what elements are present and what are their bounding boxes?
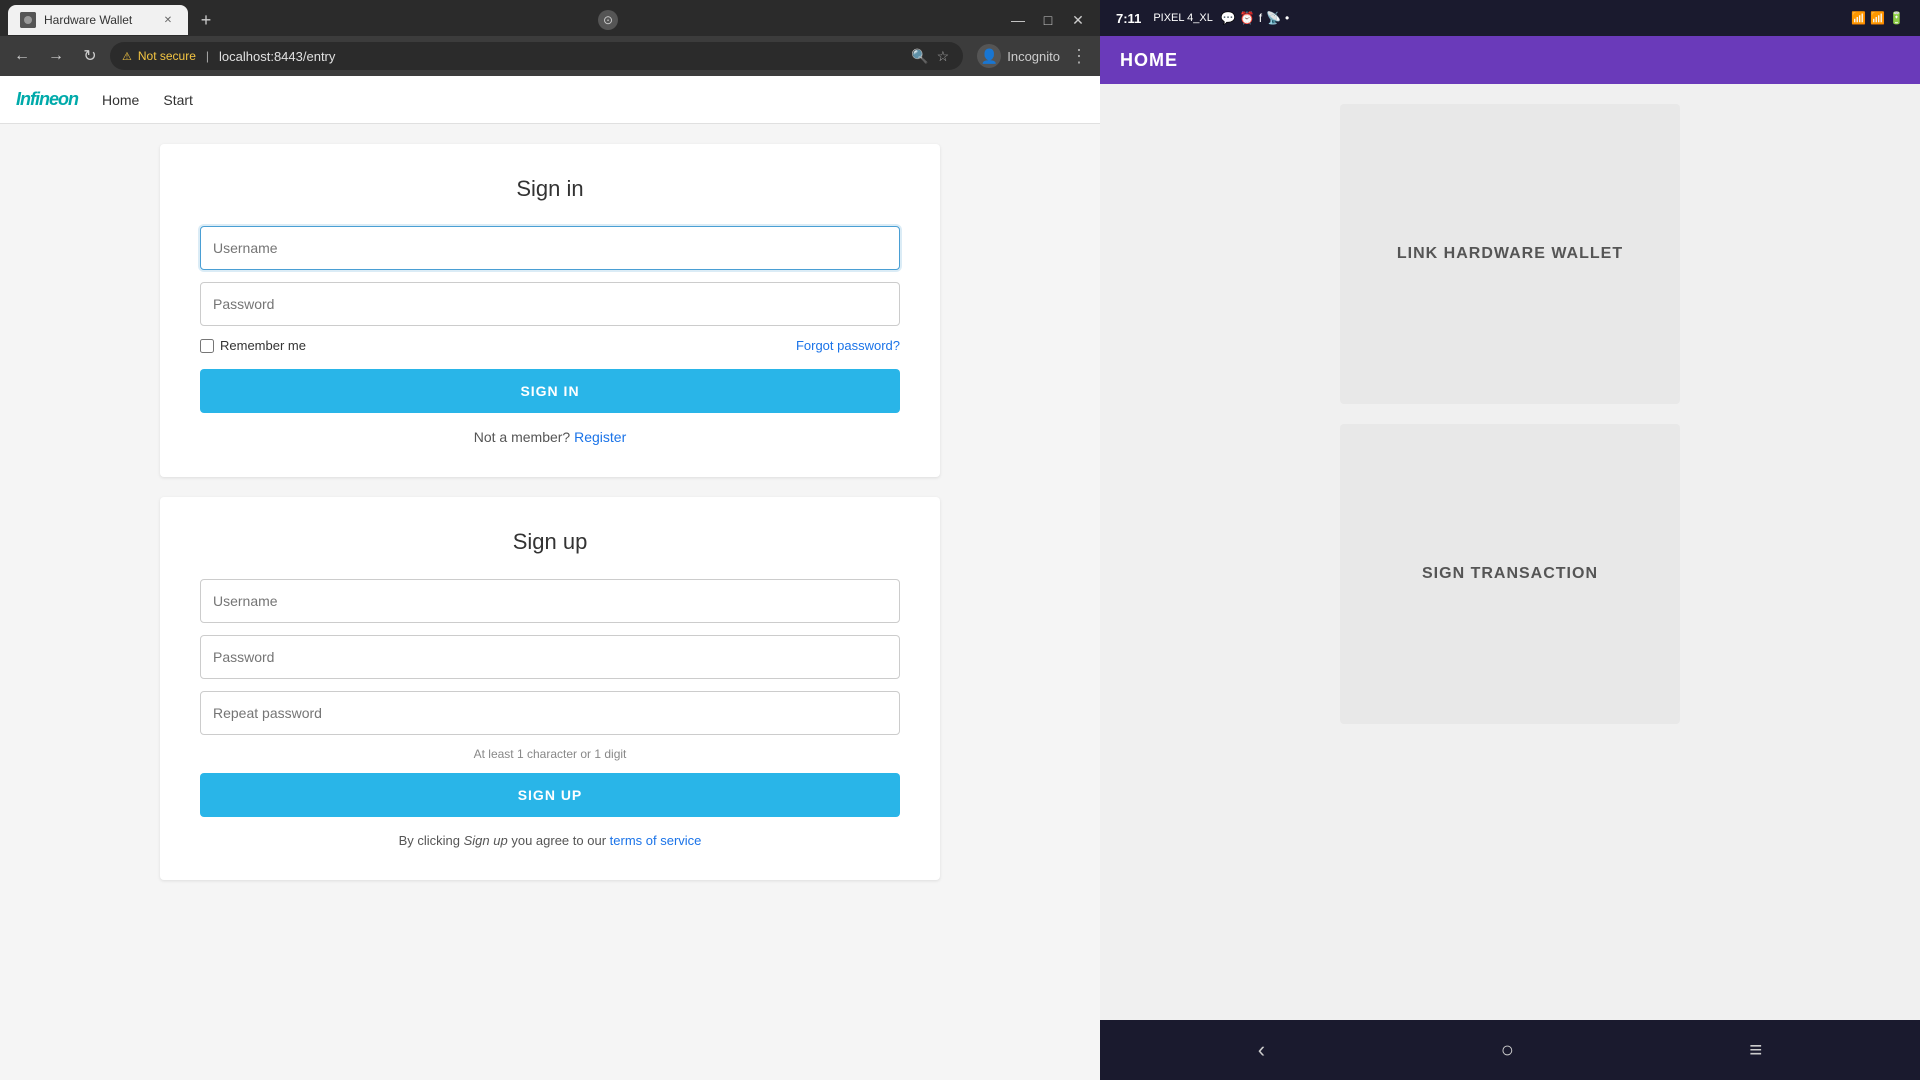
- refresh-button[interactable]: ↻: [76, 42, 104, 70]
- signin-password-input[interactable]: [200, 282, 900, 326]
- browser-panel: Hardware Wallet ✕ + ⊙ — □ ✕ ← → ↻ ⚠: [0, 0, 1100, 1080]
- address-icons: 🔍 ☆: [909, 46, 951, 67]
- security-warning-icon: ⚠: [122, 50, 132, 63]
- terms-prefix: By clicking: [399, 833, 460, 848]
- signin-card: Sign in Remember me Forgot password? SIG…: [160, 144, 940, 477]
- phone-content: LINK HARDWARE WALLET SIGN TRANSACTION: [1100, 84, 1920, 1020]
- terms-row: By clicking Sign up you agree to our ter…: [200, 833, 900, 848]
- browser-profile-icon: ⊙: [598, 10, 618, 30]
- phone-label-bar: HOME: [1100, 36, 1920, 84]
- window-controls: — □ ✕: [1004, 6, 1100, 34]
- separator: |: [206, 49, 209, 63]
- register-link[interactable]: Register: [574, 429, 626, 445]
- register-row: Not a member? Register: [200, 429, 900, 445]
- signup-button[interactable]: SIGN UP: [200, 773, 900, 817]
- phone-time: 7:11: [1116, 11, 1141, 26]
- minimize-button[interactable]: —: [1004, 6, 1032, 34]
- phone-bottom-bar: ‹ ○ ≡: [1100, 1020, 1920, 1080]
- security-warning-text: Not secure: [138, 49, 196, 63]
- forward-button[interactable]: →: [42, 42, 70, 70]
- active-tab[interactable]: Hardware Wallet ✕: [8, 5, 188, 35]
- bookmark-icon[interactable]: ☆: [935, 46, 952, 67]
- fb-icon: f: [1259, 11, 1262, 25]
- signin-button[interactable]: SIGN IN: [200, 369, 900, 413]
- terms-link[interactable]: terms of service: [610, 833, 702, 848]
- logo-text: Infineon: [16, 89, 78, 109]
- search-icon[interactable]: 🔍: [909, 46, 930, 67]
- phone-menu-button[interactable]: ≡: [1749, 1037, 1762, 1063]
- terms-italic-text: Sign up: [464, 833, 508, 848]
- main-content: Sign in Remember me Forgot password? SIG…: [0, 124, 1100, 1080]
- signup-repeat-password-input[interactable]: [200, 691, 900, 735]
- tab-close-button[interactable]: ✕: [160, 12, 176, 28]
- signin-username-input[interactable]: [200, 226, 900, 270]
- address-bar[interactable]: ⚠ Not secure | localhost:8443/entry 🔍 ☆: [110, 42, 963, 70]
- address-bar-row: ← → ↻ ⚠ Not secure | localhost:8443/entr…: [0, 36, 1100, 76]
- tab-title: Hardware Wallet: [44, 13, 152, 27]
- phone-back-button[interactable]: ‹: [1258, 1037, 1265, 1063]
- signup-title: Sign up: [200, 529, 900, 555]
- phone-right-icons: 📶 📶 🔋: [1851, 11, 1904, 25]
- phone-panel: 7:11 PIXEL 4_XL 💬 ⏰ f 📡 • 📶 📶 🔋 HOME LIN…: [1100, 0, 1920, 1080]
- remember-me-checkbox[interactable]: [200, 339, 214, 353]
- phone-model-label: PIXEL 4_XL: [1153, 12, 1213, 24]
- sign-transaction-label: SIGN TRANSACTION: [1402, 545, 1618, 603]
- cast-icon: 📡: [1266, 11, 1281, 25]
- browser-chrome: Hardware Wallet ✕ + ⊙ — □ ✕ ← → ↻ ⚠: [0, 0, 1100, 76]
- new-tab-button[interactable]: +: [192, 6, 220, 34]
- infineon-logo[interactable]: Infineon: [16, 89, 78, 110]
- whatsapp-icon: 💬: [1221, 11, 1236, 25]
- dot-icon: •: [1285, 11, 1289, 25]
- phone-home-button[interactable]: ○: [1501, 1037, 1514, 1063]
- password-hint: At least 1 character or 1 digit: [200, 747, 900, 761]
- signup-card: Sign up At least 1 character or 1 digit …: [160, 497, 940, 880]
- phone-status-bar: 7:11 PIXEL 4_XL 💬 ⏰ f 📡 • 📶 📶 🔋: [1100, 0, 1920, 36]
- not-member-text: Not a member?: [474, 429, 570, 445]
- address-text: localhost:8443/entry: [219, 49, 335, 64]
- link-hardware-wallet-label: LINK HARDWARE WALLET: [1377, 225, 1643, 283]
- link-hardware-wallet-card[interactable]: LINK HARDWARE WALLET: [1340, 104, 1680, 404]
- phone-home-label: HOME: [1120, 50, 1178, 71]
- tab-favicon: [20, 12, 36, 28]
- remember-forgot-row: Remember me Forgot password?: [200, 338, 900, 353]
- remember-me-group: Remember me: [200, 338, 306, 353]
- browser-menu-button[interactable]: ⋮: [1066, 46, 1092, 67]
- site-navbar: Infineon Home Start: [0, 76, 1100, 124]
- signal-icon: 📶: [1870, 11, 1885, 25]
- back-button[interactable]: ←: [8, 42, 36, 70]
- remember-me-label: Remember me: [220, 338, 306, 353]
- incognito-label: Incognito: [1007, 49, 1060, 64]
- incognito-area: 👤 Incognito: [977, 44, 1060, 68]
- home-nav-link[interactable]: Home: [102, 92, 139, 108]
- sign-transaction-card[interactable]: SIGN TRANSACTION: [1340, 424, 1680, 724]
- signup-password-input[interactable]: [200, 635, 900, 679]
- signin-title: Sign in: [200, 176, 900, 202]
- signup-username-input[interactable]: [200, 579, 900, 623]
- wifi-icon: 📶: [1851, 11, 1866, 25]
- phone-icons: PIXEL 4_XL 💬 ⏰ f 📡 •: [1153, 11, 1289, 25]
- terms-middle-text: you agree to our: [511, 833, 606, 848]
- forgot-password-link[interactable]: Forgot password?: [796, 338, 900, 353]
- maximize-button[interactable]: □: [1034, 6, 1062, 34]
- close-button[interactable]: ✕: [1064, 6, 1092, 34]
- battery-icon: 🔋: [1889, 11, 1904, 25]
- forms-container: Sign in Remember me Forgot password? SIG…: [140, 144, 960, 880]
- start-nav-link[interactable]: Start: [163, 92, 193, 108]
- tab-bar: Hardware Wallet ✕ + ⊙ — □ ✕: [0, 0, 1100, 36]
- alarm-icon: ⏰: [1240, 11, 1255, 25]
- account-icon[interactable]: 👤: [977, 44, 1001, 68]
